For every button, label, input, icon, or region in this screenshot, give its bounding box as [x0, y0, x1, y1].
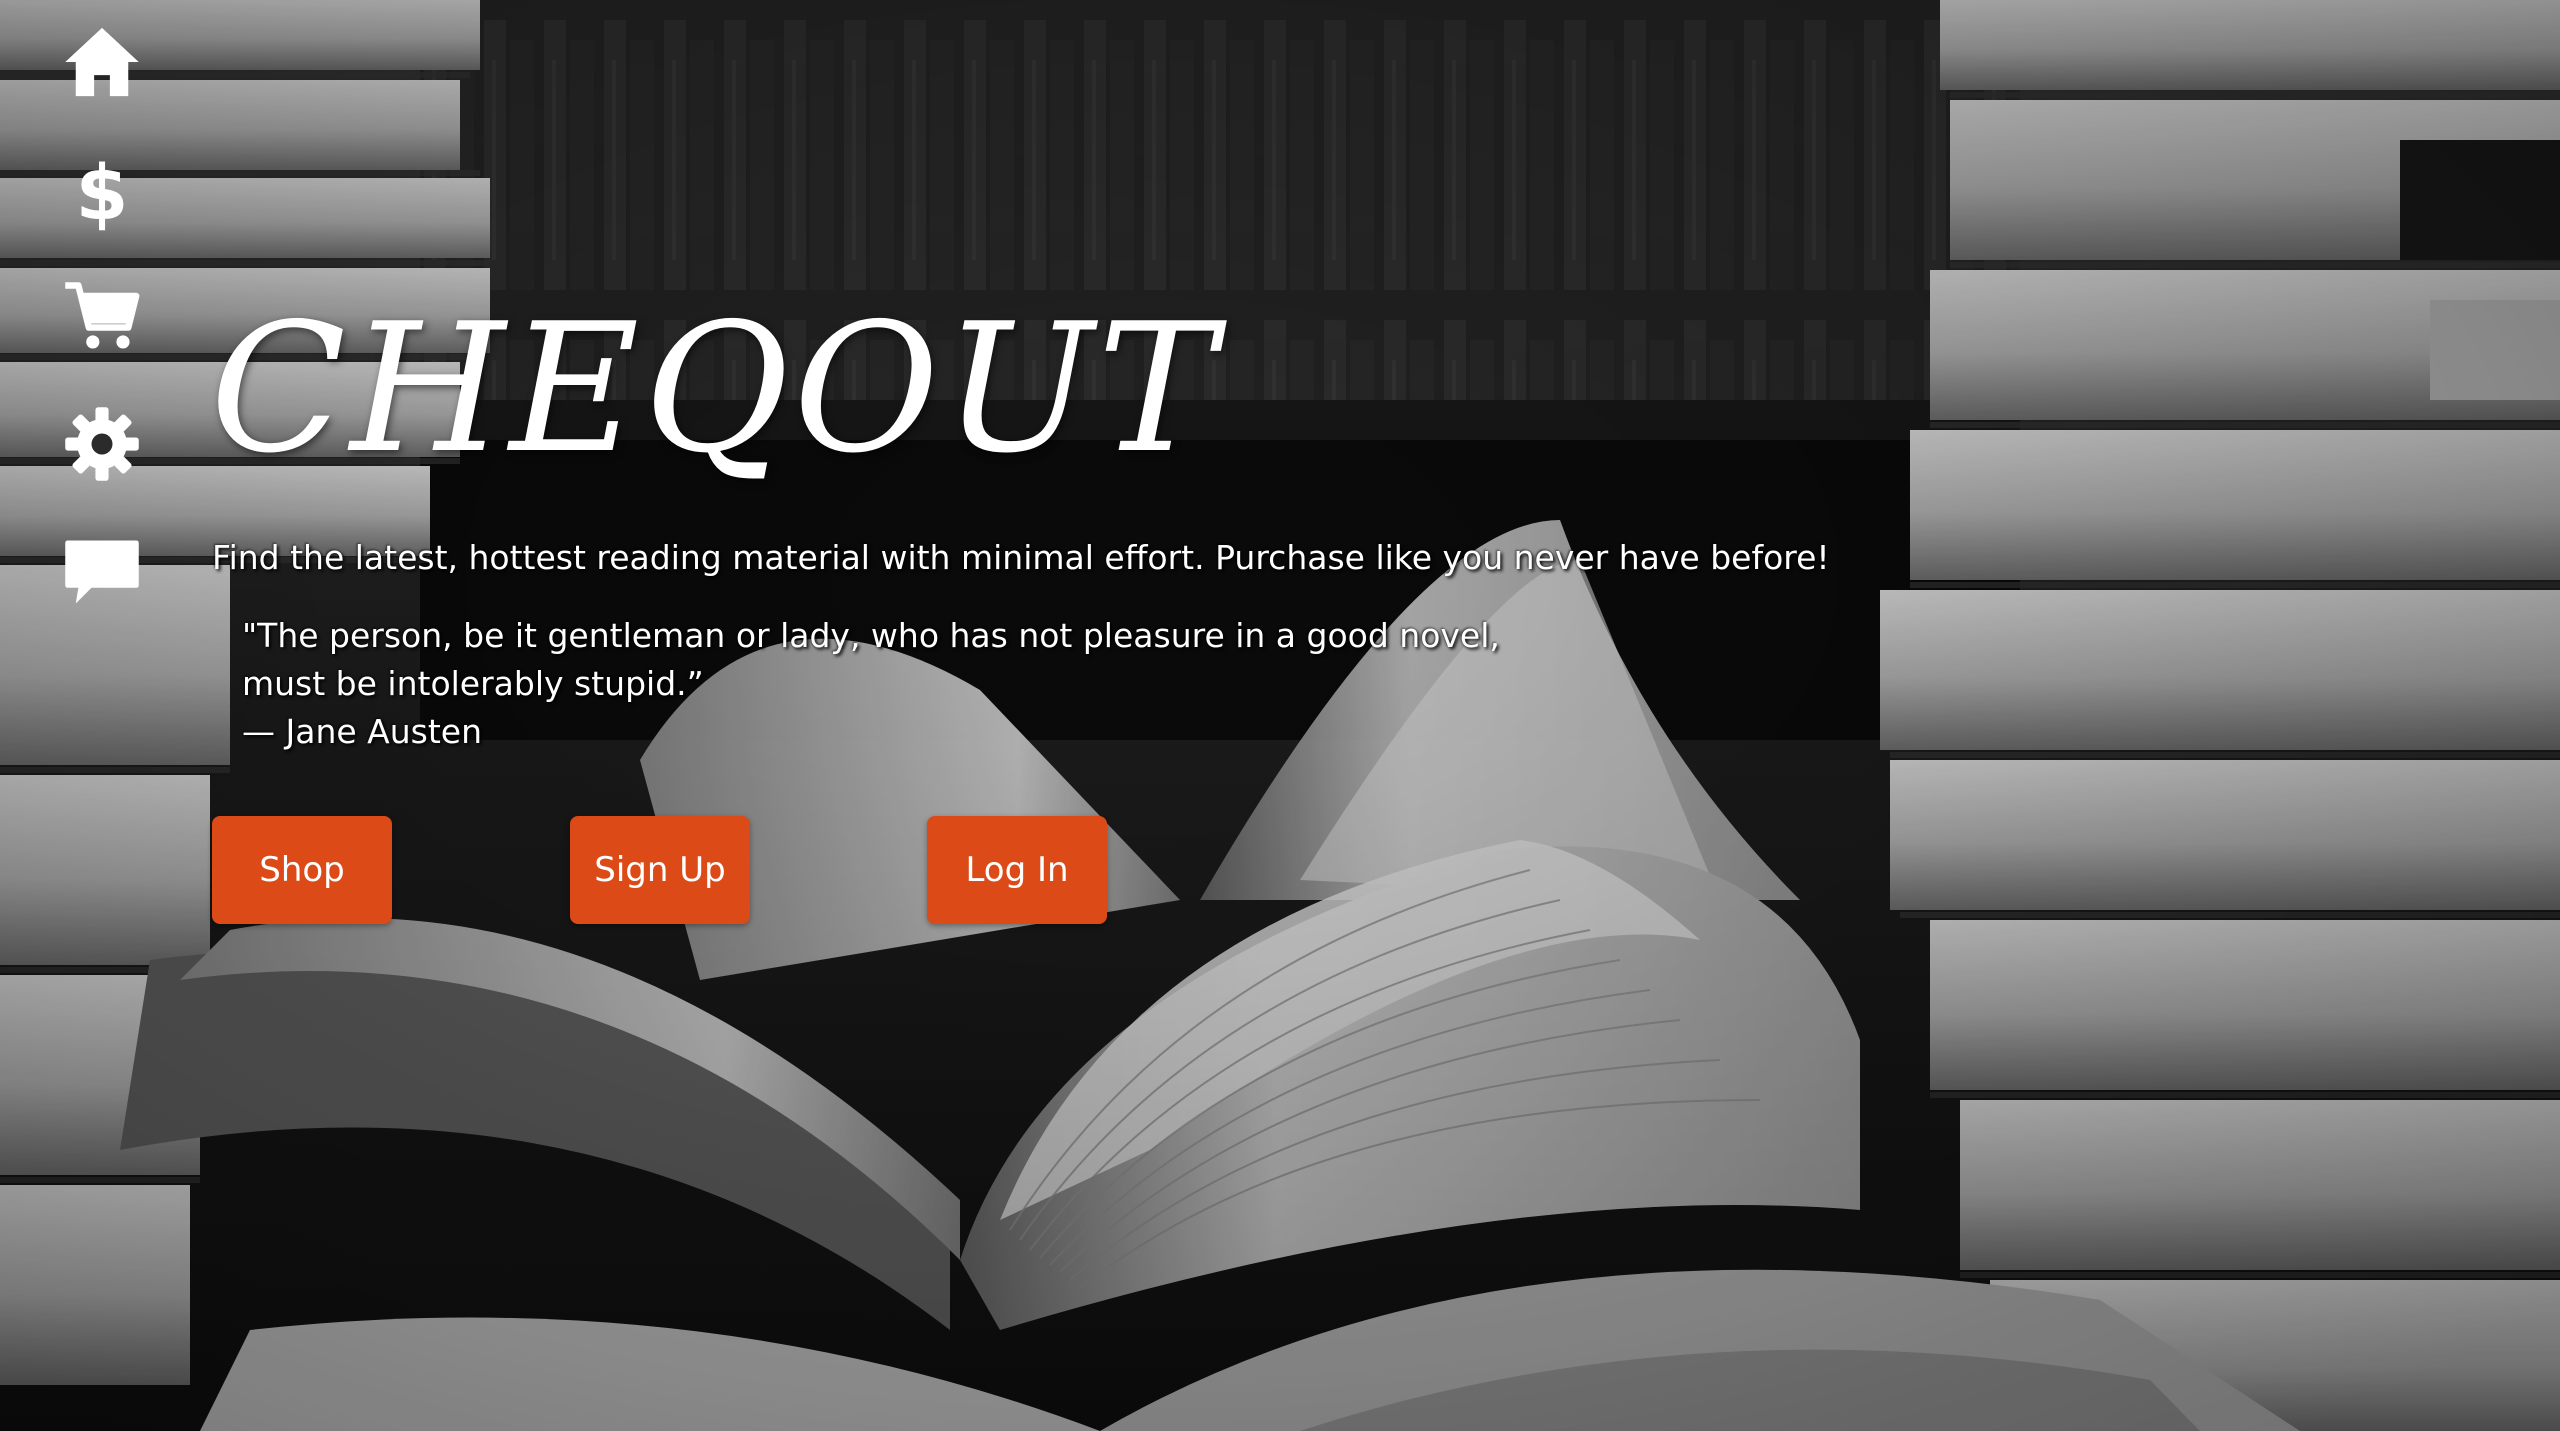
shop-button[interactable]: Shop: [212, 816, 392, 924]
chat-icon[interactable]: [60, 530, 144, 614]
sign-up-button[interactable]: Sign Up: [570, 816, 750, 924]
quote-author: — Jane Austen: [242, 712, 482, 751]
brand-title: CHEQOUT: [210, 285, 1220, 492]
svg-text:$: $: [76, 148, 129, 232]
landing-page: $ CHEQOUT Find the latest, hottest readi…: [0, 0, 2560, 1431]
log-in-button[interactable]: Log In: [927, 816, 1107, 924]
quote-line-1: "The person, be it gentleman or lady, wh…: [242, 616, 1500, 655]
gear-icon[interactable]: [60, 402, 144, 486]
dollar-icon[interactable]: $: [60, 148, 144, 232]
tagline-text: Find the latest, hottest reading materia…: [212, 538, 1830, 577]
home-icon[interactable]: [60, 20, 144, 104]
quote-block: "The person, be it gentleman or lady, wh…: [242, 612, 1500, 756]
quote-line-2: must be intolerably stupid.”: [242, 664, 704, 703]
cart-icon[interactable]: [60, 275, 144, 359]
